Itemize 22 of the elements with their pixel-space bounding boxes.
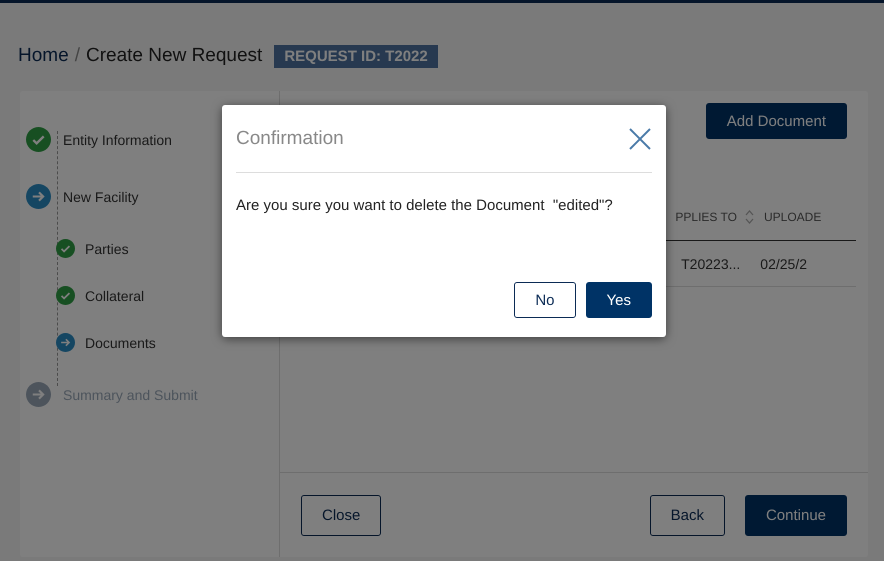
table-cell: T20223...	[681, 256, 740, 272]
back-button[interactable]: Back	[650, 494, 725, 536]
continue-button[interactable]: Continue	[744, 494, 847, 536]
step-label[interactable]: Entity Information	[63, 132, 172, 148]
step-label[interactable]: Parties	[85, 240, 129, 256]
add-document-button[interactable]: Add Document	[706, 103, 847, 139]
step-label[interactable]: New Facility	[63, 188, 138, 204]
column-header: PPLIES TO	[675, 210, 737, 224]
breadcrumb-item[interactable]: Home	[18, 45, 69, 67]
no-button[interactable]: No	[514, 282, 576, 318]
step-label[interactable]: Documents	[85, 334, 156, 350]
table-cell: 02/25/2	[760, 256, 807, 272]
dialog-title: Confirmation	[236, 128, 344, 150]
request-id-badge: REQUEST ID: T2022	[274, 44, 438, 68]
column-header: UPLOADE	[764, 210, 822, 224]
yes-button[interactable]: Yes	[586, 282, 652, 318]
breadcrumb-separator: /	[74, 45, 80, 67]
dialog-message: Are you sure you want to delete the Document "edited"?	[236, 197, 614, 214]
breadcrumb-item: Create New Request	[86, 45, 262, 67]
close-button[interactable]	[628, 126, 652, 150]
close-button[interactable]: Close	[301, 494, 382, 536]
step-label[interactable]: Collateral	[85, 288, 144, 304]
